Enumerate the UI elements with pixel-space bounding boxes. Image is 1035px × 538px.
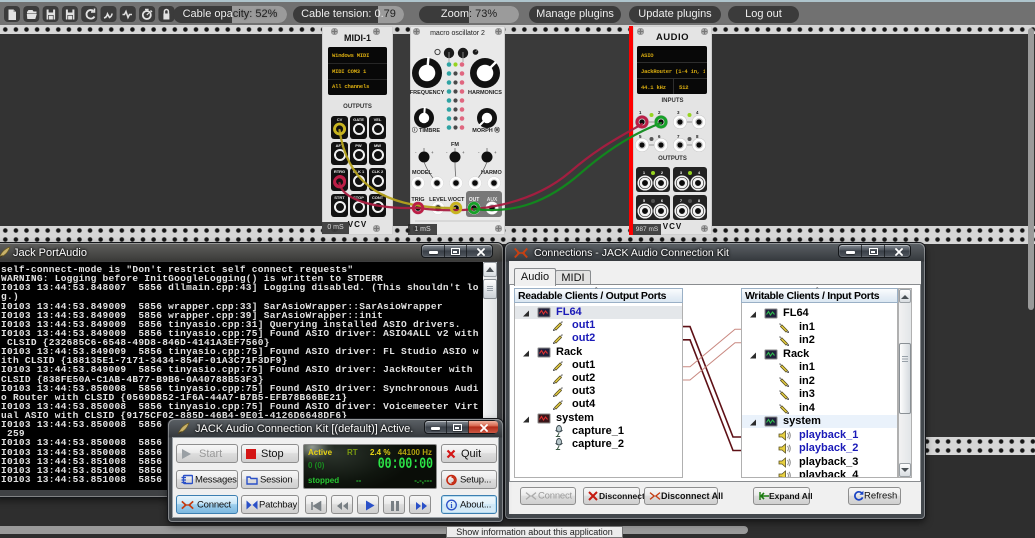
svg-text:1: 1	[639, 110, 642, 115]
svg-text:+: +	[462, 150, 465, 155]
svg-text:MODEL: MODEL	[412, 170, 433, 176]
svg-text:3: 3	[677, 110, 680, 115]
svg-text:-: -	[446, 150, 448, 155]
svg-text:MORPH Ⓜ: MORPH Ⓜ	[472, 126, 500, 134]
svg-text:ⓘ TIMBRE: ⓘ TIMBRE	[412, 126, 440, 134]
svg-text:i: i	[450, 500, 453, 509]
svg-text:HARMONICS: HARMONICS	[468, 90, 502, 96]
svg-text:FREQUENCY: FREQUENCY	[410, 90, 445, 96]
svg-text:HARMO: HARMO	[481, 170, 502, 176]
svg-text:-: -	[415, 150, 417, 155]
svg-text:VCV: VCV	[663, 222, 682, 231]
svg-text:+: +	[431, 150, 434, 155]
svg-text:+: +	[494, 150, 497, 155]
svg-text:FM: FM	[451, 142, 459, 148]
svg-text:4: 4	[696, 110, 699, 115]
svg-text:2: 2	[658, 110, 661, 115]
svg-text:-: -	[478, 150, 480, 155]
